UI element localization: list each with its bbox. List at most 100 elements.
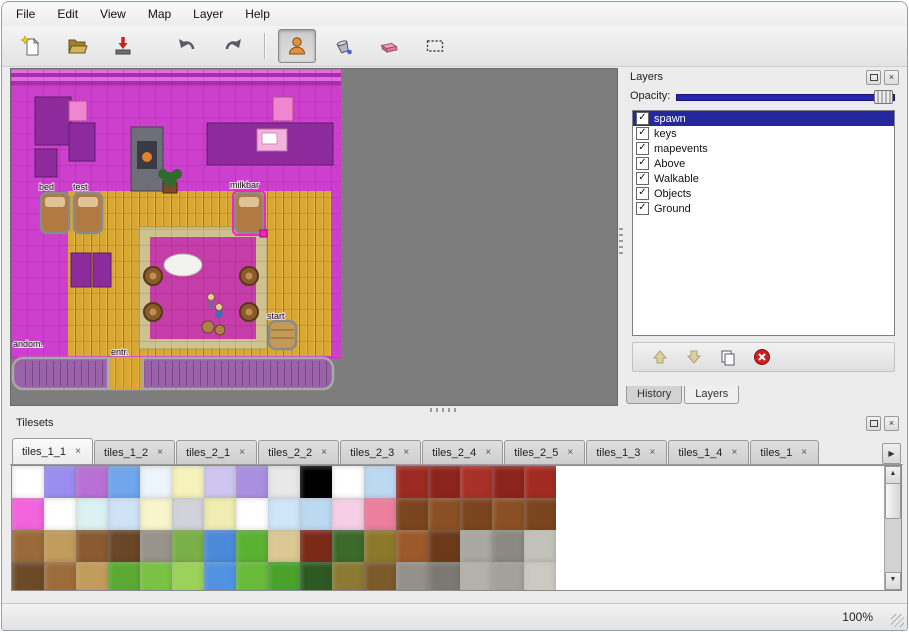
tile-r3-c13[interactable] bbox=[428, 562, 460, 591]
tile-r1-c10[interactable] bbox=[332, 498, 364, 530]
tileset-scrollbar[interactable]: ▲ ▼ bbox=[884, 466, 901, 590]
redo-button[interactable] bbox=[214, 29, 252, 63]
tileset-tab-tiles_1[interactable]: tiles_1× bbox=[750, 440, 819, 464]
tileset-tab-tiles_1_3[interactable]: tiles_1_3× bbox=[586, 440, 667, 464]
layer-visible-checkbox[interactable]: ✓ bbox=[636, 127, 649, 140]
tile-r1-c7[interactable] bbox=[236, 498, 268, 530]
tile-r3-c1[interactable] bbox=[44, 562, 76, 591]
tile-r2-c8[interactable] bbox=[268, 530, 300, 562]
layer-row-keys[interactable]: ✓keys bbox=[633, 126, 894, 141]
tab-close-icon[interactable]: × bbox=[729, 448, 739, 457]
tab-close-icon[interactable]: × bbox=[401, 448, 411, 457]
tile-r1-c9[interactable] bbox=[300, 498, 332, 530]
tile-r1-c3[interactable] bbox=[108, 498, 140, 530]
tile-r1-c16[interactable] bbox=[524, 498, 556, 530]
layer-visible-checkbox[interactable]: ✓ bbox=[636, 202, 649, 215]
tile-r2-c13[interactable] bbox=[428, 530, 460, 562]
save-button[interactable] bbox=[104, 29, 142, 63]
tab-close-icon[interactable]: × bbox=[237, 448, 247, 457]
tile-r1-c1[interactable] bbox=[44, 498, 76, 530]
float-panel-button[interactable] bbox=[866, 416, 881, 431]
tile-r3-c12[interactable] bbox=[396, 562, 428, 591]
tile-r0-c5[interactable] bbox=[172, 466, 204, 498]
menu-layer[interactable]: Layer bbox=[191, 5, 225, 23]
tile-r3-c8[interactable] bbox=[268, 562, 300, 591]
menu-file[interactable]: File bbox=[14, 5, 37, 23]
layer-row-mapevents[interactable]: ✓mapevents bbox=[633, 141, 894, 156]
layer-row-Above[interactable]: ✓Above bbox=[633, 156, 894, 171]
duplicate-layer-button[interactable] bbox=[719, 348, 737, 366]
rect-select-button[interactable] bbox=[416, 29, 454, 63]
tab-history[interactable]: History bbox=[626, 386, 682, 404]
tile-r1-c4[interactable] bbox=[140, 498, 172, 530]
scroll-down-button[interactable]: ▼ bbox=[885, 572, 901, 590]
tile-r0-c10[interactable] bbox=[332, 466, 364, 498]
tab-close-icon[interactable]: × bbox=[73, 447, 83, 456]
tile-r0-c12[interactable] bbox=[396, 466, 428, 498]
tile-r0-c8[interactable] bbox=[268, 466, 300, 498]
float-panel-button[interactable] bbox=[866, 70, 881, 85]
tileset-tab-tiles_1_4[interactable]: tiles_1_4× bbox=[668, 440, 749, 464]
tile-r3-c16[interactable] bbox=[524, 562, 556, 591]
close-panel-button[interactable]: × bbox=[884, 416, 899, 431]
layer-visible-checkbox[interactable]: ✓ bbox=[636, 187, 649, 200]
slider-handle[interactable] bbox=[874, 90, 893, 104]
tileset-tab-tiles_1_2[interactable]: tiles_1_2× bbox=[94, 440, 175, 464]
tile-r2-c6[interactable] bbox=[204, 530, 236, 562]
tab-close-icon[interactable]: × bbox=[647, 448, 657, 457]
tile-r2-c5[interactable] bbox=[172, 530, 204, 562]
menu-help[interactable]: Help bbox=[243, 5, 272, 23]
open-button[interactable] bbox=[58, 29, 96, 63]
layer-row-Objects[interactable]: ✓Objects bbox=[633, 186, 894, 201]
raise-layer-button[interactable] bbox=[651, 348, 669, 366]
tile-r3-c11[interactable] bbox=[364, 562, 396, 591]
menu-map[interactable]: Map bbox=[146, 5, 173, 23]
tile-r2-c14[interactable] bbox=[460, 530, 492, 562]
tile-r2-c1[interactable] bbox=[44, 530, 76, 562]
tab-close-icon[interactable]: × bbox=[799, 448, 809, 457]
tab-layers[interactable]: Layers bbox=[684, 386, 739, 404]
tileset-tab-tiles_2_1[interactable]: tiles_2_1× bbox=[176, 440, 257, 464]
tile-r3-c9[interactable] bbox=[300, 562, 332, 591]
tile-r1-c11[interactable] bbox=[364, 498, 396, 530]
stamp-tool-button[interactable] bbox=[278, 29, 316, 63]
tile-r2-c9[interactable] bbox=[300, 530, 332, 562]
tile-r0-c7[interactable] bbox=[236, 466, 268, 498]
tile-r1-c5[interactable] bbox=[172, 498, 204, 530]
close-panel-button[interactable]: × bbox=[884, 70, 899, 85]
tileset-tab-tiles_1_1[interactable]: tiles_1_1× bbox=[12, 438, 93, 464]
opacity-slider[interactable] bbox=[676, 89, 895, 103]
tile-r2-c16[interactable] bbox=[524, 530, 556, 562]
tile-r3-c6[interactable] bbox=[204, 562, 236, 591]
tab-scroll-right-button[interactable]: ▶ bbox=[882, 443, 901, 464]
tile-r3-c0[interactable] bbox=[12, 562, 44, 591]
tile-r3-c10[interactable] bbox=[332, 562, 364, 591]
tile-r1-c6[interactable] bbox=[204, 498, 236, 530]
tile-r2-c4[interactable] bbox=[140, 530, 172, 562]
resize-grip[interactable] bbox=[891, 614, 904, 627]
layer-visible-checkbox[interactable]: ✓ bbox=[636, 157, 649, 170]
tile-r0-c3[interactable] bbox=[108, 466, 140, 498]
map-canvas[interactable]: bed test milkbar start andom. entr. bbox=[11, 69, 341, 391]
tile-r0-c15[interactable] bbox=[492, 466, 524, 498]
tile-r3-c14[interactable] bbox=[460, 562, 492, 591]
tab-close-icon[interactable]: × bbox=[155, 448, 165, 457]
eraser-button[interactable] bbox=[370, 29, 408, 63]
tile-r1-c15[interactable] bbox=[492, 498, 524, 530]
tileset-tab-tiles_2_3[interactable]: tiles_2_3× bbox=[340, 440, 421, 464]
tile-r0-c1[interactable] bbox=[44, 466, 76, 498]
tile-r1-c12[interactable] bbox=[396, 498, 428, 530]
tile-r2-c2[interactable] bbox=[76, 530, 108, 562]
delete-layer-button[interactable] bbox=[753, 348, 771, 366]
tile-r2-c15[interactable] bbox=[492, 530, 524, 562]
tile-r0-c16[interactable] bbox=[524, 466, 556, 498]
tile-r0-c6[interactable] bbox=[204, 466, 236, 498]
menu-edit[interactable]: Edit bbox=[55, 5, 80, 23]
layer-visible-checkbox[interactable]: ✓ bbox=[636, 142, 649, 155]
tileset-tab-tiles_2_2[interactable]: tiles_2_2× bbox=[258, 440, 339, 464]
tile-r0-c14[interactable] bbox=[460, 466, 492, 498]
menu-view[interactable]: View bbox=[98, 5, 128, 23]
tile-r0-c2[interactable] bbox=[76, 466, 108, 498]
bucket-fill-button[interactable] bbox=[324, 29, 362, 63]
layer-visible-checkbox[interactable]: ✓ bbox=[636, 112, 649, 125]
